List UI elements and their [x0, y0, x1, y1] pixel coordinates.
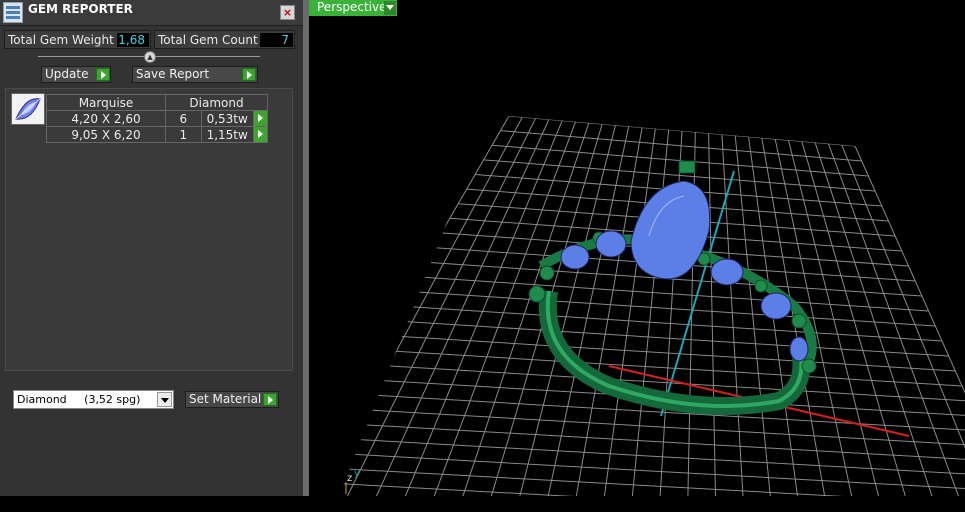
gem-list: Marquise Diamond 4,20 X 2,60 6 0,53tw 9,… — [5, 88, 293, 371]
table-row[interactable]: 4,20 X 2,60 6 0,53tw — [46, 110, 269, 127]
grid-line — [339, 480, 965, 496]
dropdown-arrow-icon[interactable] — [157, 392, 172, 407]
material-select[interactable]: Diamond (3,52 spg) — [13, 390, 174, 409]
grid-line — [854, 145, 965, 496]
marquise-gem-icon — [11, 93, 45, 125]
grid-line — [339, 422, 965, 462]
total-gem-weight-label: Total Gem Weight — [8, 32, 114, 47]
update-button[interactable]: Update — [41, 66, 111, 83]
gem-size: 4,20 X 2,60 — [46, 110, 166, 127]
3d-viewport[interactable]: Perspective z y — [309, 0, 965, 496]
set-material-label: Set Material — [189, 392, 262, 406]
set-material-button[interactable]: Set Material — [185, 391, 279, 408]
material-selected-value: Diamond (3,52 spg) — [17, 393, 141, 406]
gem-table: Marquise Diamond 4,20 X 2,60 6 0,53tw 9,… — [46, 94, 269, 143]
gem-weight: 0,53tw — [200, 110, 254, 127]
svg-text:z: z — [347, 473, 352, 484]
collapse-icon[interactable]: ▲ — [144, 51, 156, 63]
table-header-row: Marquise Diamond — [46, 94, 268, 111]
title-bar: GEM REPORTER × — [0, 0, 303, 26]
grid-line — [382, 334, 956, 372]
row-arrow-icon[interactable] — [252, 110, 269, 127]
grid-line — [801, 141, 916, 496]
gem-size: 9,05 X 6,20 — [46, 126, 166, 143]
arrow-icon — [96, 68, 110, 81]
arrow-icon — [242, 68, 256, 81]
gem-reporter-panel: GEM REPORTER × Total Gem Weight 1,68 Tot… — [0, 0, 303, 496]
total-gem-count: Total Gem Count 7 — [154, 30, 295, 49]
save-report-label: Save Report — [136, 67, 210, 81]
arrow-icon — [263, 393, 277, 406]
scene: z y — [339, 116, 965, 496]
grid-line — [339, 116, 510, 496]
view-mode-tab[interactable]: Perspective — [309, 0, 397, 16]
total-gem-weight: Total Gem Weight 1,68 — [4, 30, 151, 49]
grid-line — [398, 305, 943, 342]
grid-line — [339, 466, 965, 496]
table-row[interactable]: 9,05 X 6,20 1 1,15tw — [46, 126, 269, 143]
total-gem-count-value: 7 — [260, 33, 293, 47]
view-mode-label: Perspective — [317, 0, 387, 14]
grid-line — [841, 144, 965, 496]
gem-count: 6 — [165, 110, 202, 127]
update-button-label: Update — [45, 67, 89, 81]
panel-title: GEM REPORTER — [28, 2, 133, 16]
total-gem-weight-value: 1,68 — [117, 33, 149, 47]
total-gem-count-label: Total Gem Count — [158, 32, 258, 47]
grid-line — [774, 138, 859, 496]
axis-gizmo: z y — [345, 468, 360, 494]
save-report-button[interactable]: Save Report — [132, 66, 258, 83]
gem-count: 1 — [165, 126, 202, 143]
gem-weight: 1,15tw — [200, 126, 254, 143]
row-arrow-icon[interactable] — [252, 126, 269, 143]
close-icon[interactable]: × — [280, 5, 295, 20]
view-dropdown-icon[interactable] — [384, 1, 396, 15]
grid-line — [390, 320, 949, 357]
header-stone: Diamond — [165, 94, 268, 111]
grid-line — [339, 495, 965, 496]
app-icon — [3, 2, 23, 23]
header-cut: Marquise — [46, 94, 166, 111]
grid-line — [708, 133, 717, 496]
grid-line — [827, 143, 965, 496]
svg-text:y: y — [354, 468, 360, 479]
